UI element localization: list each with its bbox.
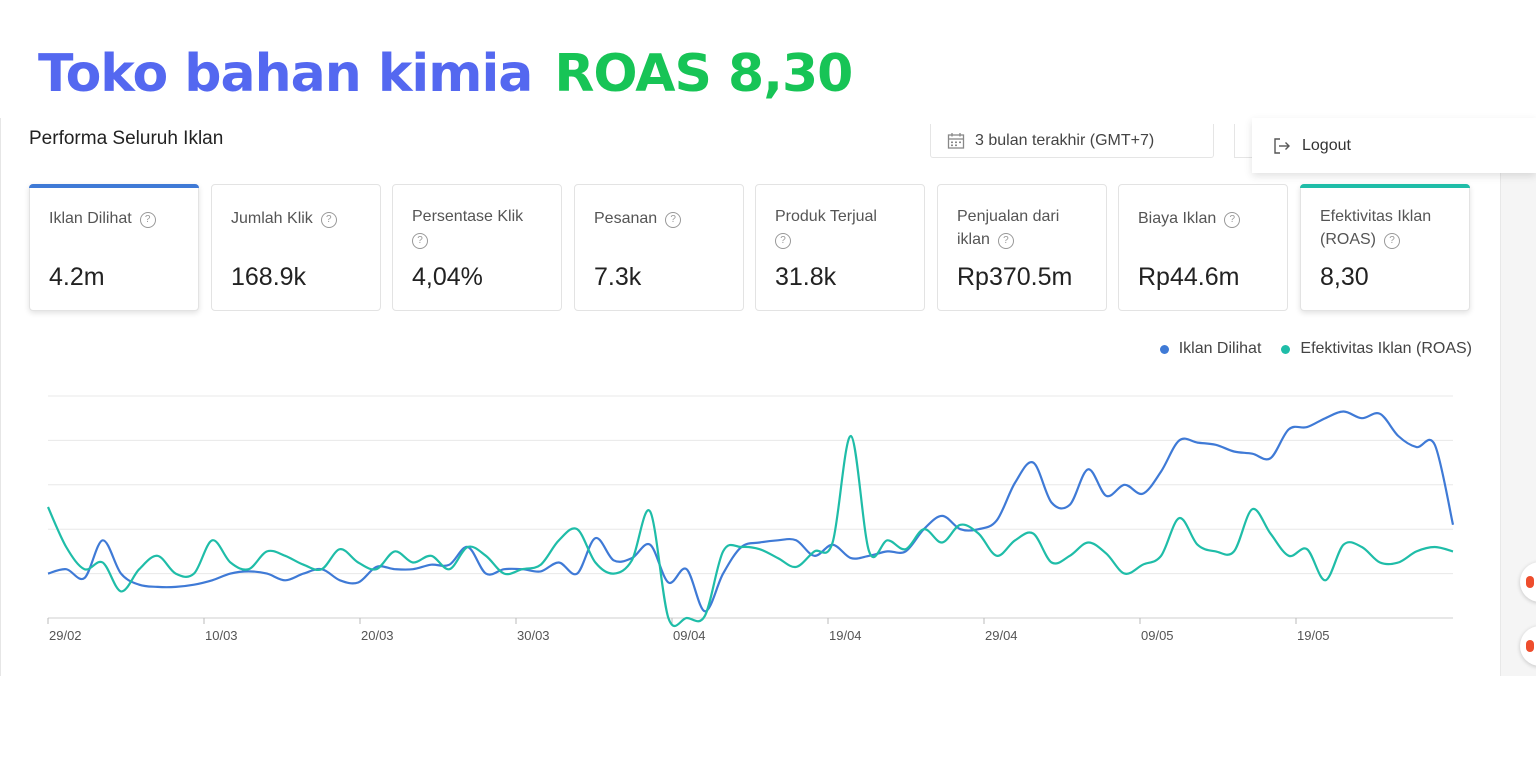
help-icon[interactable]: ? (775, 233, 791, 249)
legend-item-iklan-dilihat[interactable]: Iklan Dilihat (1159, 340, 1262, 358)
metric-label: Efektivitas Iklan (ROAS)? (1320, 205, 1465, 251)
metric-value: 8,30 (1320, 263, 1369, 291)
x-tick-label: 29/02 (49, 628, 82, 643)
metric-value: 31.8k (775, 263, 837, 291)
help-icon[interactable]: ? (665, 212, 682, 228)
x-tick-label: 30/03 (517, 628, 550, 643)
metric-card-iklan-dilihat[interactable]: Iklan Dilihat? 4.2m (29, 184, 199, 311)
series-line-iklan-dilihat[interactable] (47, 410, 1455, 613)
logout-icon (1274, 137, 1290, 154)
metric-label: Pesanan? (594, 207, 734, 230)
help-icon[interactable]: ? (1384, 233, 1400, 249)
help-fab-icon (1526, 640, 1534, 652)
calendar-icon (947, 132, 965, 149)
metric-card-penjualan-dari-iklan[interactable]: Penjualan dari iklan? Rp370.5m (937, 184, 1107, 311)
help-icon[interactable]: ? (1224, 212, 1241, 228)
metric-label-text: Persentase Klik (412, 208, 524, 225)
logout-label: Logout (1302, 136, 1351, 154)
metric-label-text: Pesanan (594, 210, 658, 227)
date-range-picker[interactable]: 3 bulan terakhir (GMT+7) (930, 124, 1214, 158)
metric-value: 7.3k (594, 263, 642, 291)
headline-store-name: Toko bahan kimia (38, 44, 533, 104)
metric-label: Produk Terjual? (775, 205, 915, 251)
metric-value: 168.9k (231, 263, 307, 291)
page-title: Performa Seluruh Iklan (29, 128, 224, 149)
metric-value: 4,04% (412, 263, 483, 291)
x-tick-label: 10/03 (205, 628, 238, 643)
legend-dot-blue (1159, 344, 1169, 354)
card-selected-indicator (29, 184, 199, 188)
metric-label-text: Efektivitas Iklan (ROAS) (1320, 208, 1432, 248)
logout-menu-item[interactable]: Logout (1252, 118, 1536, 173)
x-tick-label: 29/04 (985, 628, 1018, 643)
metric-label-text: Iklan Dilihat (49, 210, 132, 227)
x-tick-label: 09/05 (1141, 628, 1174, 643)
legend-label: Efektivitas Iklan (ROAS) (1300, 340, 1472, 357)
date-range-label: 3 bulan terakhir (GMT+7) (975, 131, 1155, 149)
metric-label: Persentase Klik? (412, 205, 552, 251)
metric-value: Rp370.5m (957, 263, 1073, 291)
legend-label: Iklan Dilihat (1178, 340, 1262, 357)
metric-value: Rp44.6m (1138, 263, 1240, 291)
metric-card-biaya-iklan[interactable]: Biaya Iklan? Rp44.6m (1118, 184, 1288, 311)
series-line-roas[interactable] (46, 434, 1454, 628)
help-icon[interactable]: ? (997, 233, 1014, 249)
x-tick-label: 19/04 (829, 628, 862, 643)
metric-label-text: Biaya Iklan (1138, 210, 1217, 227)
metric-label: Jumlah Klik? (231, 207, 371, 230)
metric-card-produk-terjual[interactable]: Produk Terjual? 31.8k (755, 184, 925, 311)
x-tick-label: 20/03 (361, 628, 394, 643)
metric-card-efektivitas-iklan[interactable]: Efektivitas Iklan (ROAS)? 8,30 (1300, 184, 1470, 311)
legend-dot-teal (1281, 344, 1291, 354)
metric-card-persentase-klik[interactable]: Persentase Klik? 4,04% (392, 184, 562, 311)
metric-card-jumlah-klik[interactable]: Jumlah Klik? 168.9k (211, 184, 381, 311)
chat-icon (1526, 576, 1534, 588)
x-tick-label: 19/05 (1297, 628, 1330, 643)
metric-value: 4.2m (49, 263, 105, 291)
metric-label: Penjualan dari iklan? (957, 205, 1082, 251)
help-icon[interactable]: ? (412, 233, 428, 249)
metric-label-text: Produk Terjual (775, 208, 877, 225)
card-selected-indicator (1300, 184, 1470, 188)
metric-label: Biaya Iklan? (1138, 207, 1278, 230)
legend-item-roas[interactable]: Efektivitas Iklan (ROAS) (1281, 340, 1472, 358)
headline: Toko bahan kimia ROAS 8,30 (38, 44, 853, 114)
headline-roas: ROAS 8,30 (554, 44, 853, 104)
help-icon[interactable]: ? (139, 212, 156, 228)
help-icon[interactable]: ? (320, 212, 337, 228)
metric-label-text: Jumlah Klik (231, 210, 313, 227)
x-tick-label: 09/04 (673, 628, 706, 643)
metric-label: Iklan Dilihat? (49, 207, 189, 230)
chart-legend: Iklan Dilihat Efektivitas Iklan (ROAS) (1140, 340, 1472, 358)
performance-line-chart: 29/02 10/03 20/03 30/03 09/04 19/04 29/04 09/05… (46, 395, 1455, 643)
metric-card-pesanan[interactable]: Pesanan? 7.3k (574, 184, 744, 311)
